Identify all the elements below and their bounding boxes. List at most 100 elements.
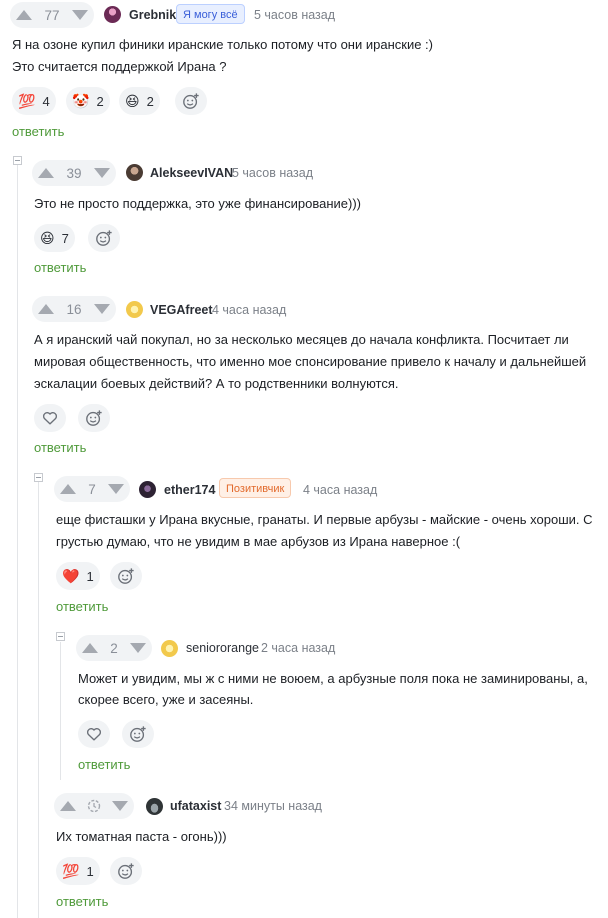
add-reaction-icon bbox=[183, 93, 199, 109]
heart-outline-icon bbox=[86, 728, 102, 741]
thread-line-level3 bbox=[60, 642, 61, 780]
author-name[interactable]: ufataxist bbox=[170, 798, 221, 814]
comment-text-line: мировая общественность, что именно мое с… bbox=[34, 354, 587, 369]
author-name[interactable]: Grebnik bbox=[129, 7, 176, 23]
reaction-count: 2 bbox=[96, 93, 104, 109]
add-reaction-button[interactable] bbox=[110, 857, 142, 885]
comment-text-line: эскалации боевых действий? А то родствен… bbox=[34, 376, 399, 391]
heart-outline-icon bbox=[42, 412, 58, 425]
author-badge: Я могу всё bbox=[176, 4, 245, 24]
reaction-count: 4 bbox=[42, 93, 50, 109]
author-name[interactable]: seniororange bbox=[186, 640, 259, 656]
collapse-toggle[interactable] bbox=[13, 156, 22, 165]
reaction-count: 1 bbox=[86, 863, 94, 879]
reply-link[interactable]: ответить bbox=[56, 894, 108, 910]
reaction-clown[interactable]: 🤡 2 bbox=[66, 87, 110, 115]
upvote-icon[interactable] bbox=[82, 643, 98, 653]
reaction-count: 7 bbox=[61, 230, 69, 246]
comment-text-line: Я на озоне купил финики иранские только … bbox=[12, 37, 433, 52]
comment-text-line: грустью думаю, что не увидим в мае арбуз… bbox=[56, 534, 461, 549]
author-name[interactable]: AlekseevIVAN bbox=[150, 165, 233, 181]
reaction-heart[interactable]: ❤️ 1 bbox=[56, 562, 100, 590]
thread-line-level1 bbox=[17, 165, 18, 918]
collapse-toggle[interactable] bbox=[34, 473, 43, 482]
clock-icon bbox=[87, 799, 101, 813]
upvote-icon[interactable] bbox=[60, 484, 76, 494]
score: 77 bbox=[44, 7, 60, 23]
vote-box: 7 bbox=[54, 476, 130, 502]
like-button[interactable] bbox=[34, 404, 66, 432]
author-badge: Позитивчик bbox=[219, 478, 292, 498]
downvote-icon[interactable] bbox=[94, 168, 110, 178]
hundred-emoji-icon: 💯 bbox=[62, 863, 80, 879]
avatar[interactable] bbox=[139, 481, 156, 498]
comment-text-line: А я иранский чай покупал, но за нескольк… bbox=[34, 332, 569, 347]
avatar[interactable] bbox=[126, 301, 143, 318]
reaction-count: 1 bbox=[86, 568, 94, 584]
comment-text-line: Их томатная паста - огонь))) bbox=[56, 829, 227, 844]
add-reaction-icon bbox=[118, 863, 134, 879]
comment-text-line: еще фисташки у Ирана вкусные, гранаты. И… bbox=[56, 512, 593, 527]
add-reaction-button[interactable] bbox=[110, 562, 142, 590]
comment-text-line: Это считается поддержкой Ирана ? bbox=[12, 59, 227, 74]
reaction-100[interactable]: 💯 1 bbox=[56, 857, 100, 885]
laugh-emoji-icon: 😆 bbox=[40, 230, 55, 246]
vote-box: 39 bbox=[32, 160, 116, 186]
downvote-icon[interactable] bbox=[72, 10, 88, 20]
score: 7 bbox=[88, 481, 96, 497]
avatar[interactable] bbox=[104, 6, 121, 23]
avatar[interactable] bbox=[146, 798, 163, 815]
add-reaction-button[interactable] bbox=[78, 404, 110, 432]
comment-time[interactable]: 34 минуты назад bbox=[224, 798, 322, 814]
score: 16 bbox=[66, 301, 82, 317]
comment-time[interactable]: 5 часов назад bbox=[232, 165, 313, 181]
comment-time[interactable]: 2 часа назад bbox=[261, 640, 335, 656]
comment-text-line: Может и увидим, мы ж с ними не воюем, а … bbox=[78, 671, 588, 686]
collapse-toggle[interactable] bbox=[56, 632, 65, 641]
clown-emoji-icon: 🤡 bbox=[72, 93, 90, 109]
reply-link[interactable]: ответить bbox=[34, 260, 86, 276]
reaction-laugh[interactable]: 😆 2 bbox=[119, 87, 160, 115]
author-name[interactable]: ether174 bbox=[164, 482, 215, 498]
vote-box: 16 bbox=[32, 296, 116, 322]
hundred-emoji-icon: 💯 bbox=[18, 93, 36, 109]
downvote-icon[interactable] bbox=[129, 643, 146, 653]
add-reaction-button[interactable] bbox=[175, 87, 207, 115]
add-reaction-icon bbox=[86, 410, 102, 426]
reply-link[interactable]: ответить bbox=[78, 757, 130, 773]
score: 2 bbox=[110, 640, 118, 656]
thread-line-level2 bbox=[38, 482, 39, 918]
downvote-icon[interactable] bbox=[94, 304, 110, 314]
add-reaction-button[interactable] bbox=[88, 224, 120, 252]
comment-text-line: Это не просто поддержка, это уже финанси… bbox=[34, 196, 361, 211]
reaction-laugh[interactable]: 😆 7 bbox=[34, 224, 75, 252]
comment-time[interactable]: 4 часа назад bbox=[303, 482, 377, 498]
add-reaction-icon bbox=[118, 568, 134, 584]
add-reaction-button[interactable] bbox=[122, 720, 154, 748]
reaction-100[interactable]: 💯 4 bbox=[12, 87, 56, 115]
author-name[interactable]: VEGAfreet bbox=[150, 302, 213, 318]
vote-box: 77 bbox=[10, 2, 94, 28]
add-reaction-icon bbox=[130, 726, 146, 742]
downvote-icon[interactable] bbox=[112, 801, 128, 811]
reply-link[interactable]: ответить bbox=[12, 124, 64, 140]
comment-time[interactable]: 5 часов назад bbox=[254, 7, 335, 23]
add-reaction-icon bbox=[96, 230, 112, 246]
upvote-icon[interactable] bbox=[60, 801, 76, 811]
avatar[interactable] bbox=[161, 640, 178, 657]
heart-emoji-icon: ❤️ bbox=[62, 568, 80, 584]
comment-text-line: скорее всего, уже и засеяны. bbox=[78, 692, 254, 707]
upvote-icon[interactable] bbox=[38, 304, 54, 314]
upvote-icon[interactable] bbox=[16, 10, 32, 20]
laugh-emoji-icon: 😆 bbox=[125, 93, 140, 109]
vote-box: 2 bbox=[76, 635, 152, 661]
comment-time[interactable]: 4 часа назад bbox=[212, 302, 286, 318]
reply-link[interactable]: ответить bbox=[56, 599, 108, 615]
avatar[interactable] bbox=[126, 164, 143, 181]
upvote-icon[interactable] bbox=[38, 168, 54, 178]
reply-link[interactable]: ответить bbox=[34, 440, 86, 456]
like-button[interactable] bbox=[78, 720, 110, 748]
score: 39 bbox=[66, 165, 82, 181]
reaction-count: 2 bbox=[146, 93, 154, 109]
downvote-icon[interactable] bbox=[107, 484, 124, 494]
